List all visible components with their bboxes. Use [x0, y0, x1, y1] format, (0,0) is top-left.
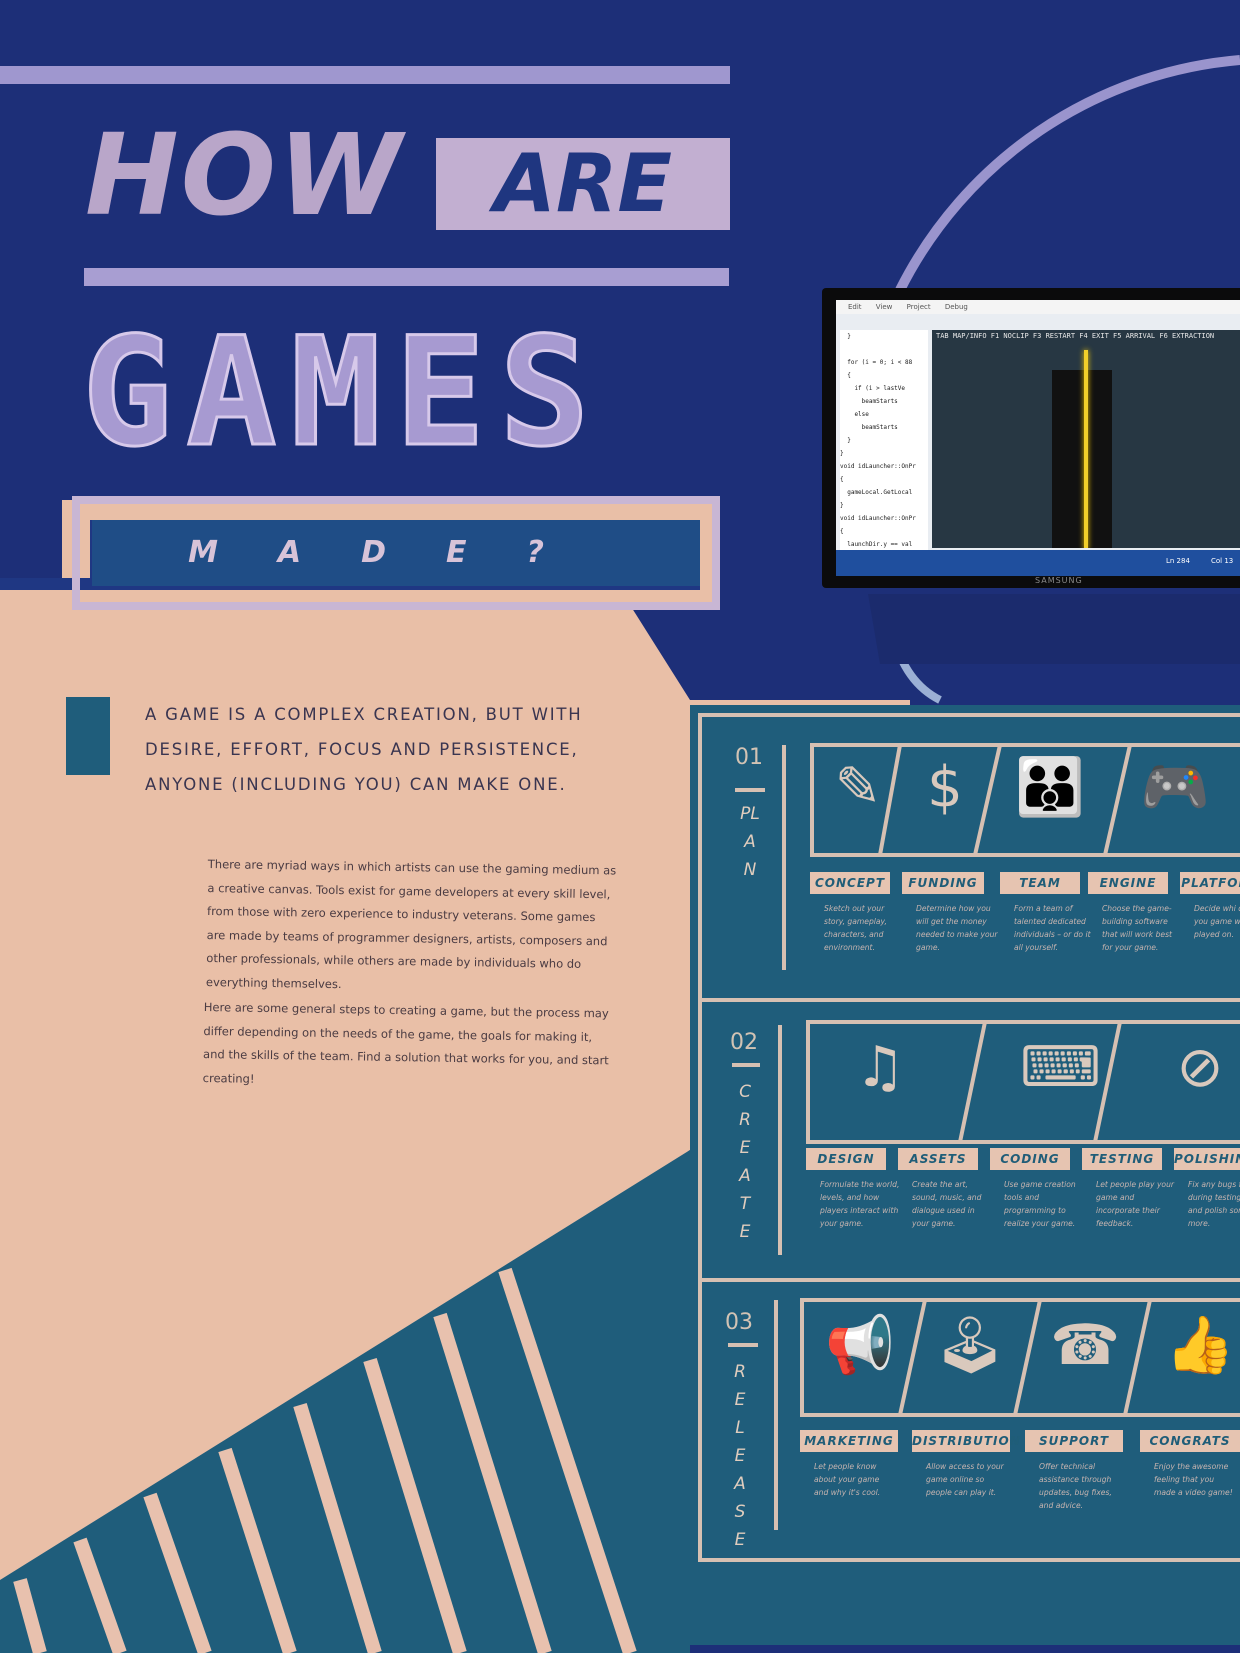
- step-tag: MARKETING: [800, 1430, 898, 1452]
- step-description: Decide whi devices you game will b playe…: [1194, 904, 1240, 939]
- menu-item-project[interactable]: Project: [907, 303, 931, 311]
- title-games: GAMES: [81, 306, 604, 480]
- megaphone-icon: 📢: [825, 1313, 895, 1378]
- step-tag: DESIGN: [806, 1148, 886, 1170]
- step-tag: ASSETS: [898, 1148, 978, 1170]
- game-light-beam: [1084, 350, 1088, 548]
- step-tag: FUNDING: [902, 872, 984, 894]
- menu-item-edit[interactable]: Edit: [848, 303, 862, 311]
- title-are: ARE: [493, 137, 673, 230]
- title-made: MADE?: [188, 535, 604, 570]
- thumbs-up-icon: 👍: [1165, 1313, 1235, 1378]
- dollar-icon: $: [927, 755, 963, 820]
- step-tag: CONCEPT: [810, 872, 890, 894]
- step-description: Allow access to your game online so peop…: [926, 1462, 1004, 1497]
- step-description: Use game creation tools and programming …: [1004, 1180, 1076, 1228]
- step-description: Enjoy the awesome feeling that you made …: [1154, 1462, 1233, 1497]
- art-icon: ♫: [854, 1035, 906, 1100]
- step-description: Fix any bugs found during testing. Test …: [1188, 1180, 1240, 1228]
- step-description: Form a team of talented dedicated indivi…: [1014, 904, 1091, 952]
- devices-icon: 🎮: [1140, 755, 1210, 820]
- ide-menubar: Edit View Project Debug: [836, 300, 1240, 314]
- phone-icon: ☎: [1050, 1313, 1120, 1378]
- menu-item-view[interactable]: View: [876, 303, 893, 311]
- step-description: Sketch out your story, gameplay, charact…: [824, 904, 887, 952]
- no-bug-icon: ⊘: [1176, 1035, 1224, 1100]
- pen-icon: ✎: [834, 755, 882, 820]
- step-description: Choose the game-building software that w…: [1102, 904, 1173, 952]
- menu-item-debug[interactable]: Debug: [945, 303, 968, 311]
- lead-text: A GAME IS A COMPLEX CREATION, BUT WITH D…: [145, 705, 583, 794]
- phase-label: CREATE: [739, 1082, 751, 1242]
- phase-number: 01: [735, 745, 763, 770]
- www-icon: 🕹: [934, 1313, 1006, 1378]
- step-tag: TEAM: [1000, 872, 1080, 894]
- body-paragraph-2: Here are some general steps to creating …: [202, 999, 609, 1086]
- phase-label: RELEASE: [734, 1362, 746, 1550]
- title-how: HOW: [85, 111, 404, 241]
- game-pillar: [1052, 370, 1112, 548]
- game-viewport[interactable]: TAB MAP/INFO F1 NOCLIP F3 RESTART F4 EXI…: [932, 330, 1240, 548]
- step-description: Formulate the world, levels, and how pla…: [820, 1180, 900, 1228]
- step-tag: TESTING: [1082, 1148, 1162, 1170]
- code-icon: ⌨: [1020, 1035, 1101, 1100]
- tv-brand-logo: SAMSUNG: [1035, 576, 1083, 585]
- phase-number: 02: [730, 1030, 758, 1055]
- step-description: Offer technical assistance through updat…: [1039, 1462, 1112, 1510]
- phase-number: 03: [725, 1310, 753, 1335]
- step-description: Let people know about your game and why …: [814, 1462, 881, 1497]
- game-hud: TAB MAP/INFO F1 NOCLIP F3 RESTART F4 EXI…: [936, 332, 1215, 340]
- status-col: Col 13: [1211, 557, 1234, 565]
- step-tag: DISTRIBUTION: [912, 1430, 1020, 1452]
- step-tag: ENGINE: [1088, 872, 1168, 894]
- step-tag: SUPPORT: [1025, 1430, 1123, 1452]
- code-editor[interactable]: } for (i = 0; i < 88 { if (i > lastVe be…: [840, 330, 928, 572]
- phase-label: PLAN: [740, 804, 760, 880]
- status-line: Ln 284: [1166, 557, 1190, 565]
- wall-background: [0, 0, 1240, 1653]
- step-tag: PLATFOR: [1180, 872, 1240, 894]
- step-tag: POLISHIN: [1174, 1148, 1240, 1170]
- ide-statusbar: Ln 284 Col 13: [836, 550, 1240, 576]
- tv-screen: Edit View Project Debug } for (i = 0; i …: [836, 300, 1240, 576]
- step-description: Let people play your game and incorporat…: [1096, 1180, 1175, 1228]
- body-paragraph-1: There are myriad ways in which artists c…: [205, 856, 617, 991]
- step-description: Determine how you will get the money nee…: [916, 904, 998, 952]
- step-tag: CONGRATS: [1140, 1430, 1240, 1452]
- step-description: Create the art, sound, music, and dialog…: [912, 1180, 982, 1228]
- team-icon: 👪: [1015, 755, 1085, 820]
- step-tag: CODING: [990, 1148, 1070, 1170]
